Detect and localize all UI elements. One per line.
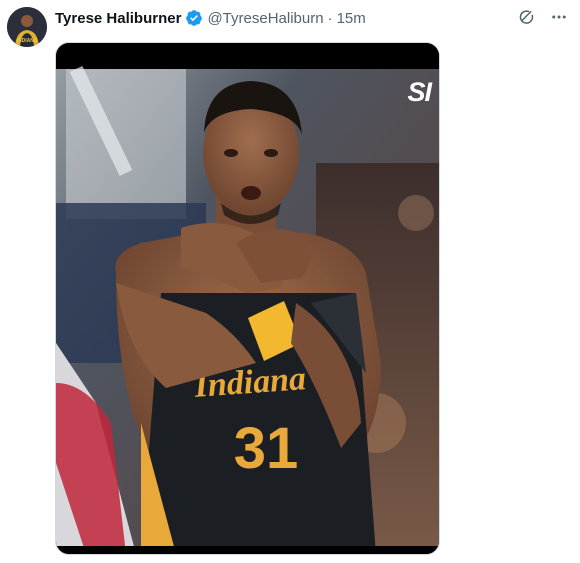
svg-text:INDIANA: INDIANA — [17, 38, 38, 44]
timestamp[interactable]: 15m — [337, 10, 366, 27]
tweet: INDIANA Tyrese Haliburner @TyreseHalibur… — [0, 0, 580, 563]
si-logo: SI — [407, 77, 431, 107]
jersey-number: 31 — [234, 416, 299, 481]
avatar[interactable]: INDIANA — [7, 7, 47, 47]
author-name[interactable]: Tyrese Haliburner — [55, 10, 181, 27]
grok-icon[interactable] — [516, 6, 538, 28]
header-actions — [516, 6, 570, 28]
author-handle[interactable]: @TyreseHaliburn — [207, 10, 323, 27]
verified-badge-icon — [185, 9, 203, 27]
tweet-header: Tyrese Haliburner @TyreseHaliburn · 15m — [55, 8, 366, 28]
tweet-media-image[interactable]: Indiana 31 SI — [55, 42, 440, 555]
separator-dot: · — [327, 9, 333, 27]
more-dots-icon[interactable] — [548, 6, 570, 28]
